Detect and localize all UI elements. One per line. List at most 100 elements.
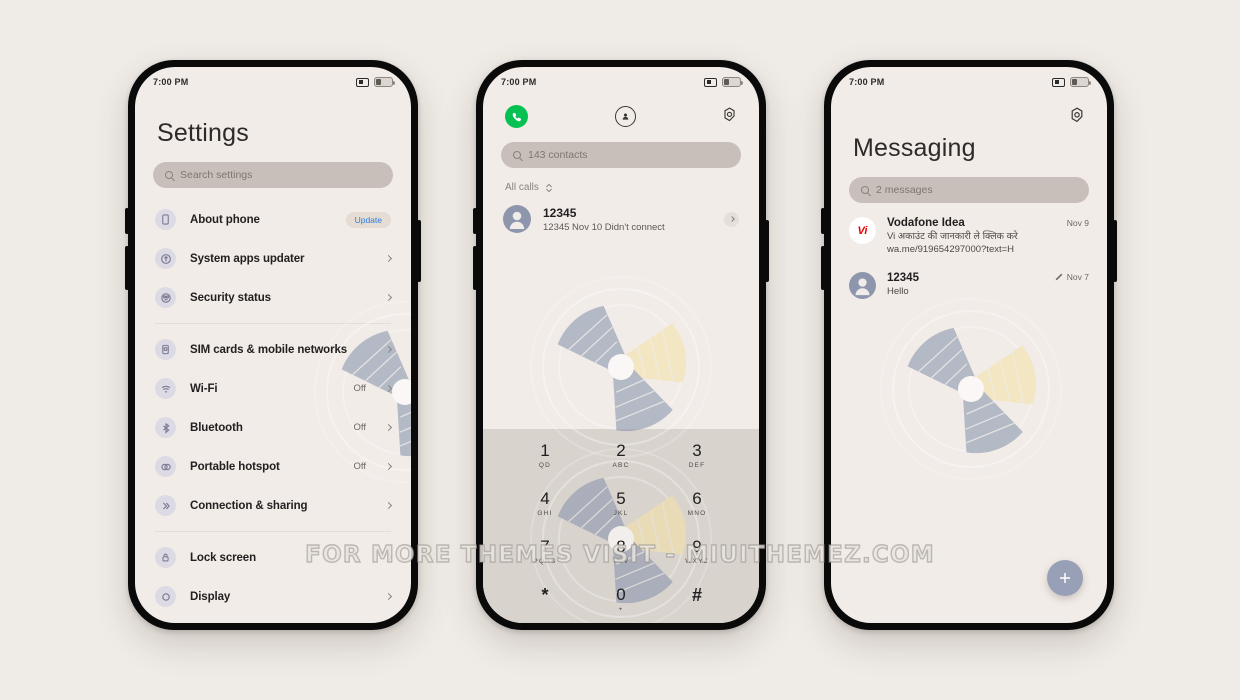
list-item[interactable]: Vi Vodafone Idea Nov 9 Vi अकाउंट की जानक… xyxy=(831,203,1107,256)
power-button[interactable] xyxy=(417,220,421,282)
avatar-text: Vi xyxy=(857,224,868,237)
row-value: Off xyxy=(353,461,367,472)
status-bar: 7:00 PM xyxy=(135,67,411,93)
key-digit: 8 xyxy=(616,537,626,556)
volume-up-button[interactable] xyxy=(473,208,477,234)
divider xyxy=(155,531,391,532)
search-placeholder: Search settings xyxy=(180,169,253,181)
display-icon xyxy=(155,586,176,607)
dialpad: 1 QD 2 ABC 3 DEF 4 GHI 5 JKL 6 MNO 7 PQRS 8 TUV … xyxy=(483,429,759,623)
connection-sharing-icon xyxy=(155,495,176,516)
sidebar-item-security-status[interactable]: Security status xyxy=(135,278,411,317)
row-value: Off xyxy=(353,383,367,394)
sidebar-item-bluetooth[interactable]: Bluetooth Off xyxy=(135,408,411,447)
row-label: About phone xyxy=(190,213,260,226)
messages-search-input[interactable]: 2 messages xyxy=(849,177,1089,203)
dialpad-key-0[interactable]: 0 + xyxy=(583,585,659,623)
dialpad-key-2[interactable]: 2 ABC xyxy=(583,441,659,489)
row-label: Lock screen xyxy=(190,551,257,564)
power-button[interactable] xyxy=(1113,220,1117,282)
new-message-button[interactable] xyxy=(1047,560,1083,596)
sidebar-item-display[interactable]: Display xyxy=(135,577,411,616)
call-contact-name: 12345 xyxy=(543,205,577,220)
dialpad-key-5[interactable]: 5 JKL xyxy=(583,489,659,537)
list-item[interactable]: 12345 Nov 7 Hello xyxy=(831,256,1107,299)
call-filter-dropdown[interactable]: All calls xyxy=(483,168,759,193)
key-digit: 3 xyxy=(692,441,702,460)
person-avatar xyxy=(503,205,531,233)
phone-messaging: 7:00 PM Messaging 2 messages Vi Vodafone… xyxy=(821,60,1117,630)
update-arrow-icon xyxy=(155,248,176,269)
dialpad-key-1[interactable]: 1 QD xyxy=(507,441,583,489)
call-detail: 12345 Nov 10 Didn't connect xyxy=(543,221,665,233)
tab-keypad[interactable] xyxy=(505,105,528,128)
row-label: Portable hotspot xyxy=(190,460,280,473)
search-icon xyxy=(513,151,521,159)
chevron-right-icon xyxy=(384,462,393,471)
dialpad-keys: 1 QD 2 ABC 3 DEF 4 GHI 5 JKL 6 MNO 7 PQRS 8 TUV … xyxy=(483,429,759,623)
settings-group-2: SIM cards & mobile networks Wi-Fi Off Bl… xyxy=(135,330,411,525)
battery-icon xyxy=(1070,77,1091,87)
key-letters: GHI xyxy=(537,510,553,517)
sidebar-item-about-phone[interactable]: About phone Update xyxy=(135,200,411,239)
messaging-toolbar xyxy=(831,93,1107,128)
sidebar-item-lock-screen[interactable]: Lock screen xyxy=(135,538,411,577)
dialpad-key-9[interactable]: 9 WXYZ xyxy=(659,537,735,585)
key-digit: 9 xyxy=(692,537,702,556)
tab-contacts[interactable] xyxy=(614,106,636,127)
volume-up-button[interactable] xyxy=(821,208,825,234)
settings-group-3: Lock screen Display xyxy=(135,538,411,616)
sidebar-item-portable-hotspot[interactable]: Portable hotspot Off xyxy=(135,447,411,486)
row-label: System apps updater xyxy=(190,252,305,265)
chevron-right-icon xyxy=(384,293,393,302)
key-digit: 2 xyxy=(616,441,626,460)
dialpad-key-7[interactable]: 7 PQRS xyxy=(507,537,583,585)
dialpad-key-8[interactable]: 8 TUV xyxy=(583,537,659,585)
search-input[interactable]: Search settings xyxy=(153,162,393,188)
dialpad-key-hash[interactable]: # xyxy=(659,585,735,623)
gear-icon[interactable] xyxy=(722,106,737,127)
status-time: 7:00 PM xyxy=(501,77,537,87)
dialpad-key-3[interactable]: 3 DEF xyxy=(659,441,735,489)
volume-up-button[interactable] xyxy=(125,208,129,234)
call-log-item[interactable]: 12345 12345 Nov 10 Didn't connect xyxy=(483,193,759,233)
dialpad-key-star[interactable]: * xyxy=(507,585,583,623)
sidebar-item-sim-cards[interactable]: SIM cards & mobile networks xyxy=(135,330,411,369)
wifi-icon xyxy=(155,378,176,399)
mute-icon xyxy=(704,77,717,87)
key-digit: 7 xyxy=(540,537,550,556)
bluetooth-icon xyxy=(155,417,176,438)
key-letters: DEF xyxy=(688,462,706,469)
dialpad-key-4[interactable]: 4 GHI xyxy=(507,489,583,537)
power-button[interactable] xyxy=(765,220,769,282)
row-label: Wi-Fi xyxy=(190,382,218,395)
key-letters: TUV xyxy=(612,558,630,565)
plus-icon xyxy=(1060,573,1070,583)
messaging-screen: 7:00 PM Messaging 2 messages Vi Vodafone… xyxy=(831,67,1107,623)
phone-dialer: 7:00 PM 143 contacts All calls 12345 123… xyxy=(473,60,769,630)
sidebar-item-connection-sharing[interactable]: Connection & sharing xyxy=(135,486,411,525)
volume-down-button[interactable] xyxy=(821,246,825,290)
battery-icon xyxy=(374,77,395,87)
thread-preview: Vi अकाउंट की जानकारी ले क्लिक करे wa.me/… xyxy=(887,231,1018,255)
dialpad-key-6[interactable]: 6 MNO xyxy=(659,489,735,537)
volume-down-button[interactable] xyxy=(473,246,477,290)
contacts-search-input[interactable]: 143 contacts xyxy=(501,142,741,168)
sort-chevrons-icon xyxy=(545,183,552,192)
phone-settings: 7:00 PM Settings Search settings About p… xyxy=(125,60,421,630)
sidebar-item-wifi[interactable]: Wi-Fi Off xyxy=(135,369,411,408)
gear-icon[interactable] xyxy=(1069,107,1085,128)
thread-name: 12345 xyxy=(887,272,919,284)
call-details-button[interactable] xyxy=(724,211,739,227)
chevron-right-icon xyxy=(384,345,393,354)
status-bar: 7:00 PM xyxy=(483,67,759,93)
key-digit: 6 xyxy=(692,489,702,508)
search-placeholder: 2 messages xyxy=(876,184,933,196)
sidebar-item-system-apps-updater[interactable]: System apps updater xyxy=(135,239,411,278)
volume-down-button[interactable] xyxy=(125,246,129,290)
status-badge[interactable]: Update xyxy=(345,211,391,228)
lock-icon xyxy=(155,547,176,568)
key-digit: 1 xyxy=(540,441,550,460)
battery-icon xyxy=(722,77,743,87)
settings-group-1: About phone Update System apps updater S… xyxy=(135,200,411,317)
